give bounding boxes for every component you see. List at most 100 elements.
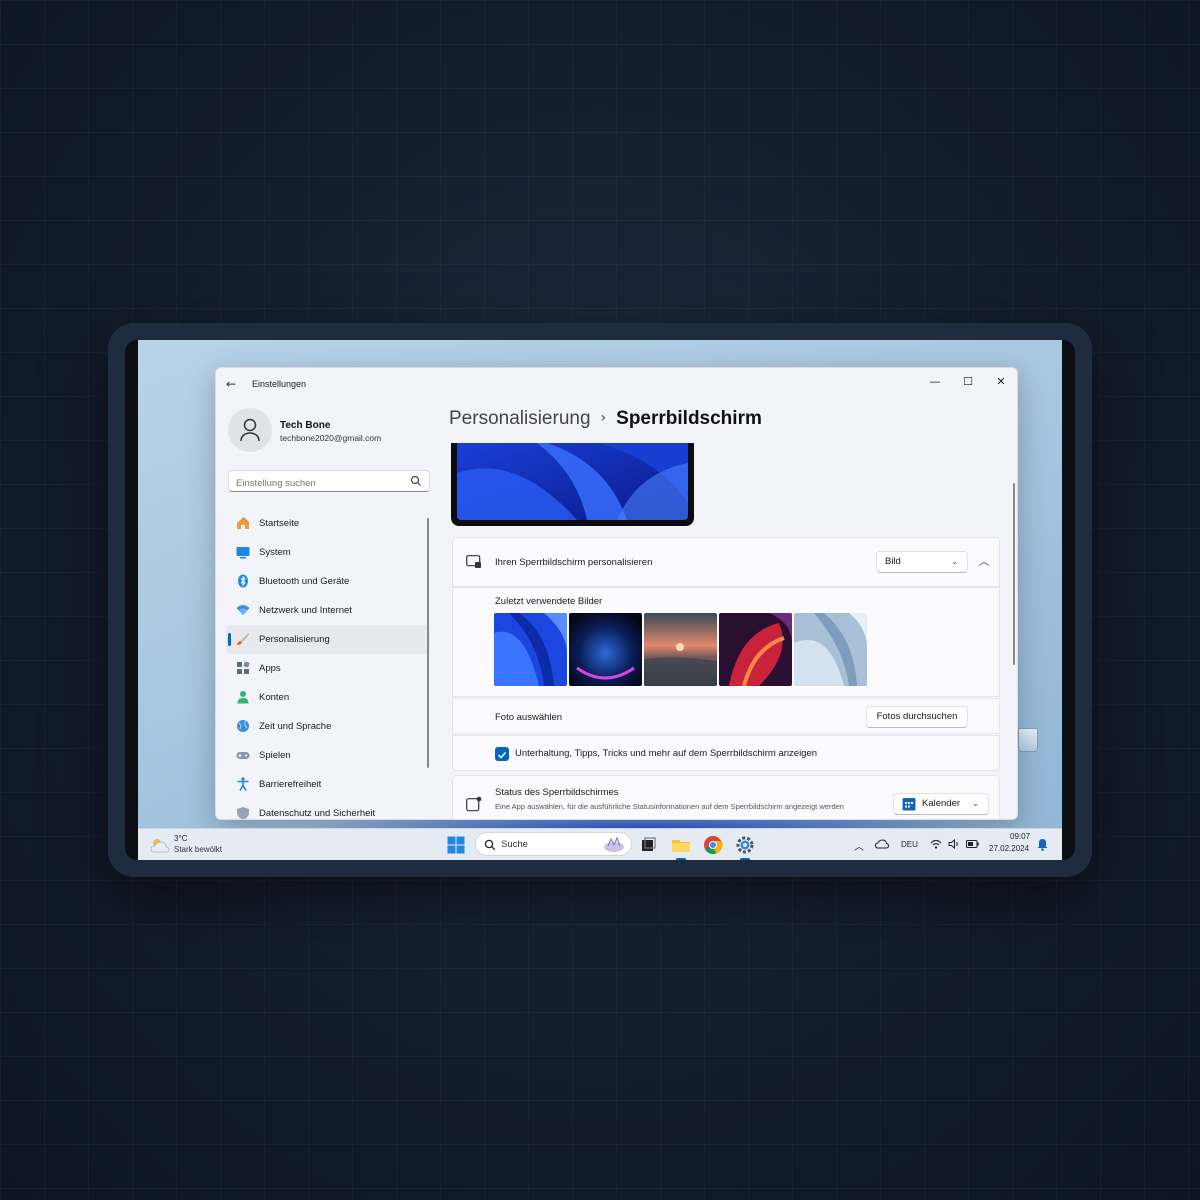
breadcrumb: Personalisierung › Sperrbildschirm xyxy=(449,408,762,438)
gear-icon xyxy=(736,836,754,854)
sidebar-item-personalisierung[interactable]: Personalisierung xyxy=(226,625,430,654)
sidebar-item-label: Startseite xyxy=(259,518,300,529)
status-app-dropdown[interactable]: Kalender ⌄ xyxy=(893,793,989,815)
status-app-value: Kalender xyxy=(922,798,961,809)
device-frame: ← Einstellungen — ☐ ✕ Tech Bone techbone… xyxy=(108,323,1092,877)
sidebar-item-bluetooth[interactable]: Bluetooth und Geräte xyxy=(226,567,430,596)
lockscreen-type-value: Bild xyxy=(885,556,901,567)
sidebar-item-zeit-sprache[interactable]: Zeit und Sprache xyxy=(226,712,430,741)
lockscreen-preview xyxy=(451,443,694,526)
title-bar: ← Einstellungen — ☐ ✕ xyxy=(216,368,1017,400)
taskbar-search-label: Suche xyxy=(501,839,528,850)
settings-window: ← Einstellungen — ☐ ✕ Tech Bone techbone… xyxy=(215,367,1018,820)
apps-icon xyxy=(237,661,250,674)
home-icon xyxy=(237,517,250,529)
browse-photos-button[interactable]: Fotos durchsuchen xyxy=(866,706,968,728)
sidebar-item-barrierefreiheit[interactable]: Barrierefreiheit xyxy=(226,770,430,799)
clock-time[interactable]: 09:07 xyxy=(1010,832,1030,841)
breadcrumb-parent[interactable]: Personalisierung xyxy=(449,408,591,429)
task-view-button[interactable] xyxy=(637,834,659,856)
sidebar-item-label: Barrierefreiheit xyxy=(259,779,322,790)
chrome-button[interactable] xyxy=(702,834,724,856)
chevron-up-icon[interactable]: ︿ xyxy=(979,553,989,568)
cloud-sun-icon xyxy=(150,839,170,853)
bloom-wallpaper-image xyxy=(457,443,688,520)
personalize-lockscreen-label: Ihren Sperrbildschirm personalisieren xyxy=(495,557,653,568)
chevron-up-icon[interactable]: ︿ xyxy=(854,838,864,853)
volume-icon[interactable] xyxy=(948,839,960,849)
sidebar-item-label: Personalisierung xyxy=(259,634,330,645)
page-title: Sperrbildschirm xyxy=(616,408,762,429)
onedrive-icon[interactable] xyxy=(875,839,889,849)
recent-image-thumbnail[interactable] xyxy=(569,613,642,686)
user-profile[interactable]: Tech Bone techbone2020@gmail.com xyxy=(228,408,428,454)
search-input[interactable] xyxy=(229,473,399,494)
sidebar-item-label: Konten xyxy=(259,692,290,703)
chevron-down-icon: ⌄ xyxy=(972,799,979,808)
sidebar-item-label: Bluetooth und Geräte xyxy=(259,576,350,587)
sidebar-item-label: Zeit und Sprache xyxy=(259,721,332,732)
user-name: Tech Bone xyxy=(280,420,331,431)
status-description: Eine App auswählen, für die ausführliche… xyxy=(495,802,844,811)
windows-logo-icon xyxy=(447,836,465,854)
user-email: techbone2020@gmail.com xyxy=(280,433,382,443)
person-icon xyxy=(237,691,249,704)
lockscreen-monitor-icon xyxy=(466,555,481,568)
recent-image-thumbnail[interactable] xyxy=(719,613,792,686)
sidebar-item-label: System xyxy=(259,547,291,558)
red-swirl-image xyxy=(719,613,792,686)
clock-date[interactable]: 27.02.2024 xyxy=(989,844,1029,853)
glow-orb-image xyxy=(569,613,642,686)
personalize-lockscreen-row[interactable]: Ihren Sperrbildschirm personalisieren Bi… xyxy=(452,537,1000,587)
choose-photo-label: Foto auswählen xyxy=(495,712,563,723)
lockscreen-type-dropdown[interactable]: Bild ⌄ xyxy=(876,551,968,573)
recent-image-thumbnail[interactable] xyxy=(794,613,867,686)
window-title: Einstellungen xyxy=(252,379,307,389)
sidebar-item-system[interactable]: System xyxy=(226,538,430,567)
lockscreen-status-row[interactable]: Status des Sperrbildschirmes Eine App au… xyxy=(452,775,1000,819)
sidebar-item-konten[interactable]: Konten xyxy=(226,683,430,712)
choose-photo-row: Foto auswählen Fotos durchsuchen xyxy=(452,698,1000,734)
sidebar-item-label: Apps xyxy=(259,663,281,674)
back-arrow-icon[interactable]: ← xyxy=(226,377,236,391)
screen-bezel: ← Einstellungen — ☐ ✕ Tech Bone techbone… xyxy=(125,340,1075,860)
sidebar-item-startseite[interactable]: Startseite xyxy=(226,509,430,538)
tips-checkbox[interactable] xyxy=(495,747,509,761)
battery-icon[interactable] xyxy=(966,840,979,848)
checkmark-icon xyxy=(497,751,507,759)
sidebar-item-spielen[interactable]: Spielen xyxy=(226,741,430,770)
recent-image-thumbnail[interactable] xyxy=(644,613,717,686)
folder-icon xyxy=(672,840,690,852)
sidebar-item-datenschutz[interactable]: Datenschutz und Sicherheit xyxy=(226,799,430,819)
settings-taskbar-button[interactable] xyxy=(734,834,756,860)
recent-image-thumbnail[interactable] xyxy=(494,613,567,686)
chevron-down-icon: ⌄ xyxy=(951,557,958,566)
search-highlight-icon xyxy=(604,836,624,852)
file-explorer-button[interactable] xyxy=(670,834,692,860)
notification-bell-icon[interactable] xyxy=(1037,838,1048,851)
sidebar-item-label: Netzwerk und Internet xyxy=(259,605,352,616)
start-button[interactable] xyxy=(445,834,467,856)
weather-temperature: 3°C xyxy=(174,834,188,843)
sidebar-item-apps[interactable]: Apps xyxy=(226,654,430,683)
sidebar-scrollbar[interactable] xyxy=(427,518,429,768)
content-scrollbar[interactable] xyxy=(1013,483,1015,665)
input-language[interactable]: DEU xyxy=(901,840,918,849)
tips-checkbox-label: Unterhaltung, Tipps, Tricks und mehr auf… xyxy=(515,748,818,759)
close-button[interactable]: ✕ xyxy=(987,372,1015,392)
sidebar-item-netzwerk[interactable]: Netzwerk und Internet xyxy=(226,596,430,625)
taskbar-search[interactable]: Suche xyxy=(475,832,632,856)
wifi-icon[interactable] xyxy=(930,839,942,849)
sidebar-nav: Startseite System Bluetooth und Geräte N… xyxy=(226,509,430,819)
status-app-icon xyxy=(466,796,482,812)
weather-widget[interactable]: 3°C Stark bewölkt xyxy=(150,833,270,857)
sidebar-item-label: Datenschutz und Sicherheit xyxy=(259,808,376,819)
maximize-button[interactable]: ☐ xyxy=(954,372,982,392)
task-view-icon xyxy=(642,837,656,851)
bloom-blue-image xyxy=(494,613,567,686)
globe-icon xyxy=(237,720,249,732)
settings-search[interactable] xyxy=(228,470,430,494)
minimize-button[interactable]: — xyxy=(921,372,949,392)
bluetooth-icon xyxy=(238,574,248,588)
search-icon xyxy=(410,475,421,486)
